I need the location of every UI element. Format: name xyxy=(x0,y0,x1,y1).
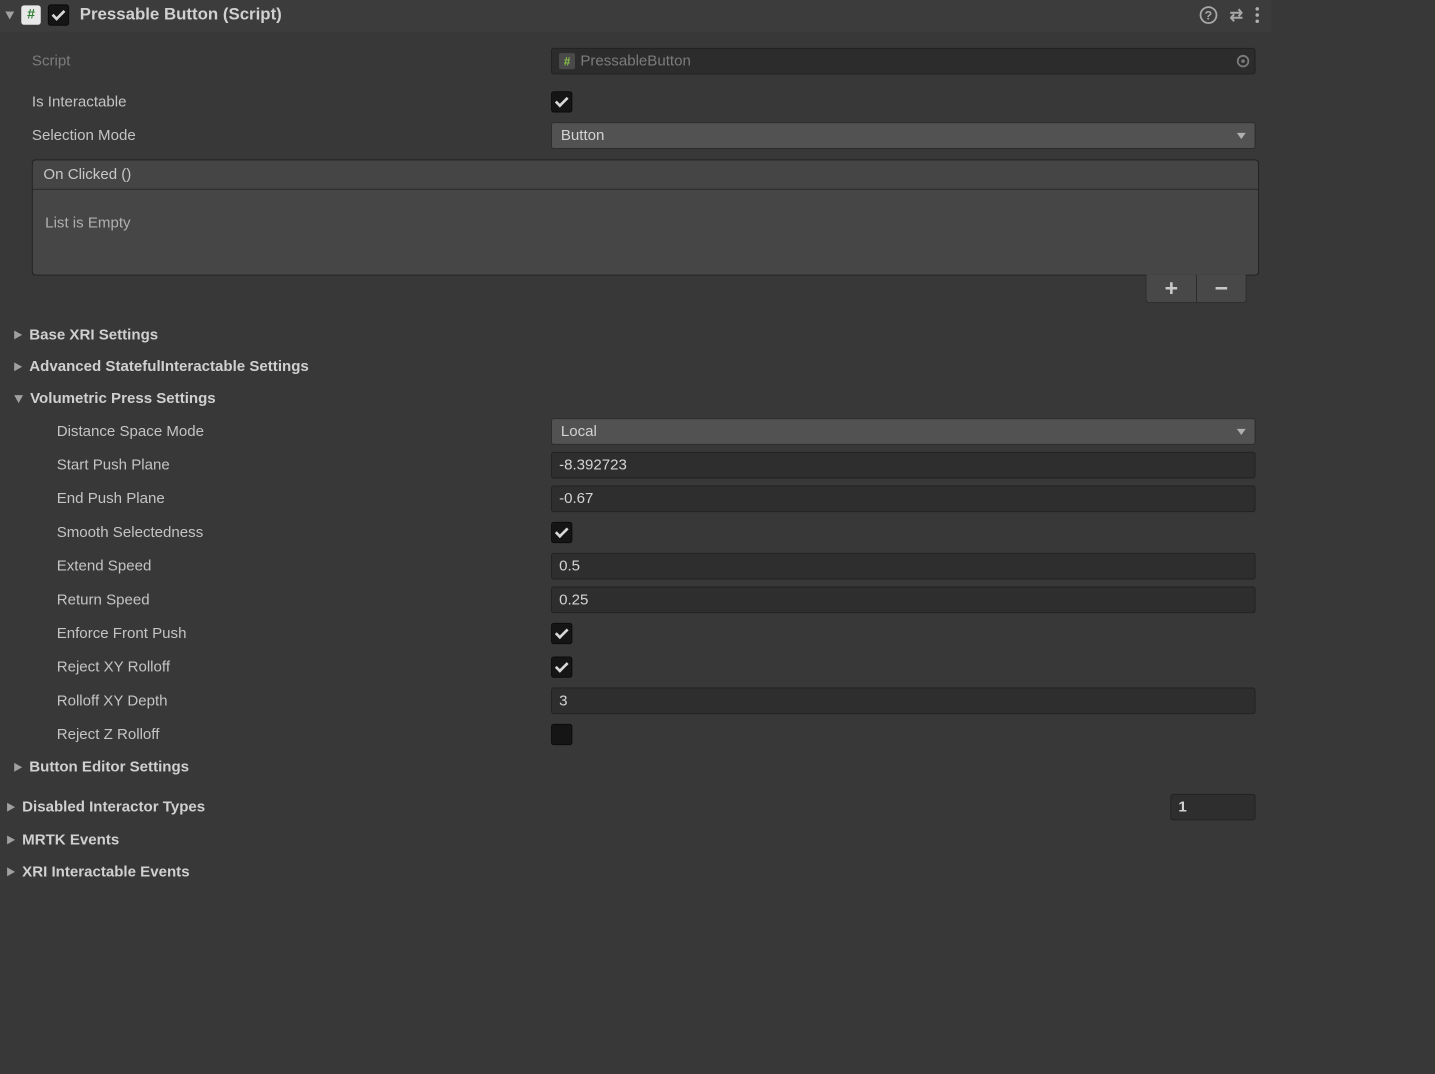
reject-xy-rolloff-row: Reject XY Rolloff xyxy=(0,650,1271,684)
extend-speed-input[interactable]: 0.5 xyxy=(551,553,1255,580)
selection-mode-label: Selection Mode xyxy=(32,127,551,145)
advanced-stateful-section[interactable]: Advanced StatefulInteractable Settings xyxy=(0,351,1271,383)
chevron-right-icon xyxy=(7,867,15,876)
start-push-plane-label: Start Push Plane xyxy=(57,456,551,474)
chevron-right-icon xyxy=(14,330,22,339)
chevron-right-icon xyxy=(7,835,15,844)
on-clicked-event: On Clicked () List is Empty xyxy=(32,159,1259,275)
advanced-stateful-label: Advanced StatefulInteractable Settings xyxy=(29,358,309,376)
is-interactable-row: Is Interactable xyxy=(0,85,1271,119)
chevron-right-icon xyxy=(7,803,15,812)
script-value: PressableButton xyxy=(580,52,691,70)
add-event-button[interactable]: + xyxy=(1146,275,1196,302)
end-push-plane-row: End Push Plane -0.67 xyxy=(0,482,1271,516)
reject-z-rolloff-row: Reject Z Rolloff xyxy=(0,718,1271,752)
preset-icon[interactable]: ⇄ xyxy=(1230,6,1243,25)
return-speed-input[interactable]: 0.25 xyxy=(551,587,1255,614)
disabled-interactor-types-section[interactable]: Disabled Interactor Types 1 xyxy=(0,790,1271,824)
volumetric-label: Volumetric Press Settings xyxy=(30,390,216,408)
component-header: # Pressable Button (Script) ? ⇄ xyxy=(0,0,1271,32)
event-empty-text: List is Empty xyxy=(33,190,1258,275)
reject-z-rolloff-checkbox[interactable] xyxy=(551,724,572,745)
distance-space-mode-row: Distance Space Mode Local xyxy=(0,415,1271,449)
remove-event-button[interactable]: − xyxy=(1196,275,1246,302)
object-picker-icon[interactable] xyxy=(1237,55,1249,67)
return-speed-row: Return Speed 0.25 xyxy=(0,583,1271,617)
chevron-down-icon xyxy=(14,395,23,403)
enforce-front-push-checkbox[interactable] xyxy=(551,623,572,644)
disabled-interactors-count[interactable]: 1 xyxy=(1170,794,1255,821)
disabled-interactors-label: Disabled Interactor Types xyxy=(22,798,205,816)
distance-space-mode-value: Local xyxy=(561,423,597,441)
return-speed-label: Return Speed xyxy=(57,591,551,609)
base-xri-settings-section[interactable]: Base XRI Settings xyxy=(0,319,1271,351)
script-icon: # xyxy=(21,5,40,24)
smooth-selectedness-checkbox[interactable] xyxy=(551,522,572,543)
is-interactable-label: Is Interactable xyxy=(32,93,551,111)
enforce-front-push-label: Enforce Front Push xyxy=(57,625,551,643)
button-editor-settings-section[interactable]: Button Editor Settings xyxy=(0,751,1271,783)
button-editor-label: Button Editor Settings xyxy=(29,758,189,776)
base-xri-label: Base XRI Settings xyxy=(29,326,158,344)
foldout-icon[interactable] xyxy=(5,11,14,19)
smooth-selectedness-label: Smooth Selectedness xyxy=(57,524,551,542)
xri-events-label: XRI Interactable Events xyxy=(22,863,189,881)
rolloff-xy-depth-input[interactable]: 3 xyxy=(551,688,1255,715)
enable-component-checkbox[interactable] xyxy=(48,4,69,25)
event-header: On Clicked () xyxy=(33,160,1258,189)
volumetric-press-section[interactable]: Volumetric Press Settings xyxy=(0,383,1271,415)
chevron-right-icon xyxy=(14,362,22,371)
reject-xy-rolloff-label: Reject XY Rolloff xyxy=(57,658,551,676)
mrtk-events-label: MRTK Events xyxy=(22,831,119,849)
reject-z-rolloff-label: Reject Z Rolloff xyxy=(57,726,551,744)
smooth-selectedness-row: Smooth Selectedness xyxy=(0,516,1271,550)
script-row: Script # PressableButton xyxy=(0,44,1271,78)
selection-mode-dropdown[interactable]: Button xyxy=(551,122,1255,149)
component-title: Pressable Button (Script) xyxy=(80,5,1200,24)
is-interactable-checkbox[interactable] xyxy=(551,91,572,112)
end-push-plane-input[interactable]: -0.67 xyxy=(551,486,1255,513)
rolloff-xy-depth-label: Rolloff XY Depth xyxy=(57,692,551,710)
selection-mode-row: Selection Mode Button xyxy=(0,119,1271,153)
selection-mode-value: Button xyxy=(561,127,605,145)
distance-space-mode-dropdown[interactable]: Local xyxy=(551,418,1255,445)
reject-xy-rolloff-checkbox[interactable] xyxy=(551,657,572,678)
start-push-plane-row: Start Push Plane -8.392723 xyxy=(0,448,1271,482)
script-label: Script xyxy=(32,52,551,70)
mrtk-events-section[interactable]: MRTK Events xyxy=(0,824,1271,856)
extend-speed-label: Extend Speed xyxy=(57,557,551,575)
xri-interactable-events-section[interactable]: XRI Interactable Events xyxy=(0,856,1271,888)
enforce-front-push-row: Enforce Front Push xyxy=(0,617,1271,651)
csharp-icon: # xyxy=(559,53,575,69)
context-menu-icon[interactable] xyxy=(1255,7,1259,23)
chevron-right-icon xyxy=(14,763,22,772)
script-field[interactable]: # PressableButton xyxy=(551,48,1255,75)
start-push-plane-input[interactable]: -8.392723 xyxy=(551,452,1255,479)
extend-speed-row: Extend Speed 0.5 xyxy=(0,549,1271,583)
event-add-remove-group: + − xyxy=(1146,275,1247,303)
distance-space-mode-label: Distance Space Mode xyxy=(57,423,551,441)
help-icon[interactable]: ? xyxy=(1200,6,1218,24)
end-push-plane-label: End Push Plane xyxy=(57,490,551,508)
rolloff-xy-depth-row: Rolloff XY Depth 3 xyxy=(0,684,1271,718)
